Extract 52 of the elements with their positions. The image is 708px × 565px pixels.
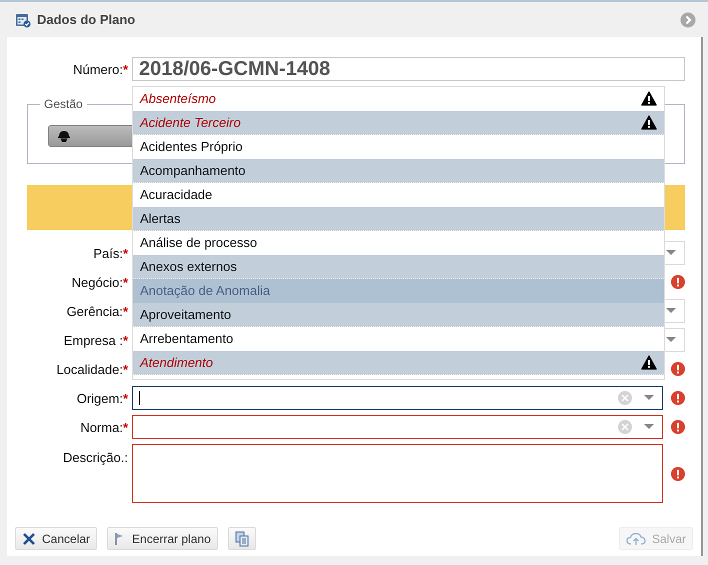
dropdown-option[interactable]: Aproveitamento <box>133 303 664 327</box>
field-label: Empresa :* <box>62 332 129 348</box>
dropdown-option[interactable]: Absenteísmo <box>133 87 664 111</box>
required-mark: * <box>122 62 128 76</box>
arrow-right-icon[interactable] <box>680 12 696 28</box>
warning-icon <box>641 91 657 106</box>
field-label: Norma:* <box>79 420 129 434</box>
copy-icon <box>234 530 249 546</box>
caret-icon[interactable] <box>644 424 654 430</box>
field-label: Negócio:* <box>70 274 129 290</box>
number-field[interactable]: 2018/06-GCMN-1408 <box>132 57 685 81</box>
dropdown-option[interactable]: Análise de processo <box>133 231 664 255</box>
field-label: Localidade:* <box>55 362 129 376</box>
caret-icon[interactable] <box>666 308 676 314</box>
required-mark: * <box>122 274 128 290</box>
warning-icon <box>641 355 657 370</box>
field-label: Gerência:* <box>66 304 129 318</box>
panel-title: Dados do Plano <box>37 12 136 27</box>
required-mark: * <box>122 332 128 348</box>
dropdown-option[interactable]: Arrebentamento <box>133 327 664 351</box>
dropdown-option[interactable]: Acuracidade <box>133 183 664 207</box>
dropdown-option[interactable]: Acompanhamento <box>133 159 664 183</box>
group-legend: Gestão <box>40 97 87 111</box>
required-mark: * <box>122 390 128 406</box>
select-field[interactable] <box>132 386 663 410</box>
caret-icon[interactable] <box>666 250 676 256</box>
required-mark: * <box>122 246 128 260</box>
required-mark: * <box>122 304 128 318</box>
dropdown-option[interactable]: Atendimento <box>133 351 664 375</box>
required-mark: * <box>122 420 128 434</box>
text-area[interactable] <box>132 444 663 503</box>
dropdown-option[interactable]: Acidente Terceiro <box>133 111 664 135</box>
dropdown-option[interactable]: Acidentes Próprio <box>133 135 664 159</box>
caret-icon[interactable] <box>666 337 676 343</box>
warning-icon <box>641 115 657 130</box>
dropdown-option[interactable]: Alertas <box>133 207 664 231</box>
cloud-upload-icon <box>626 532 646 546</box>
copy-button[interactable] <box>228 527 256 550</box>
caret-icon[interactable] <box>644 395 654 401</box>
close-plan-button[interactable]: Encerrar plano <box>107 527 218 550</box>
field-label: Origem:* <box>76 390 129 406</box>
calendar-icon <box>15 12 31 28</box>
required-mark: * <box>122 362 128 376</box>
field-label: Número:* <box>72 62 129 76</box>
field-label: País:* <box>92 246 129 260</box>
cancel-button[interactable]: Cancelar <box>15 527 98 550</box>
close-icon <box>22 532 36 546</box>
text-cursor <box>139 391 140 405</box>
select-field[interactable] <box>132 415 663 439</box>
field-label: Descrição.: <box>62 449 129 465</box>
dropdown-option[interactable]: Anexos externos <box>133 255 664 279</box>
helmet-icon <box>57 129 71 143</box>
